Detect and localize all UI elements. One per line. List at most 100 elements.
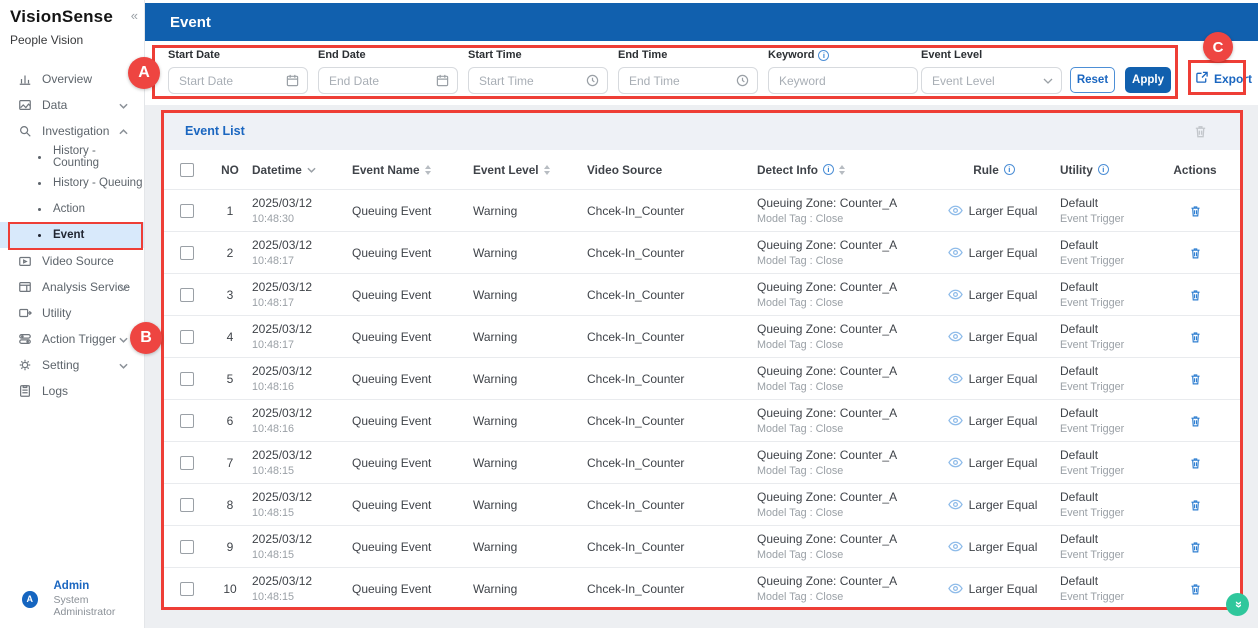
row-detect-model-tag: Model Tag : Close <box>757 549 843 561</box>
delete-row-trash-icon[interactable] <box>1189 246 1202 260</box>
annotation-label-c: C <box>1203 32 1233 62</box>
delete-row-trash-icon[interactable] <box>1189 288 1202 302</box>
event-level-select[interactable]: Event Level <box>921 67 1062 94</box>
row-checkbox[interactable] <box>180 414 194 428</box>
eye-icon[interactable] <box>948 457 963 468</box>
table-row: 6 2025/03/12 10:48:16 Queuing Event Warn… <box>163 400 1240 442</box>
sidebar-collapse-icon[interactable]: « <box>131 8 138 23</box>
eye-icon[interactable] <box>948 289 963 300</box>
delete-row-trash-icon[interactable] <box>1189 414 1202 428</box>
row-detect-info: Queuing Zone: Counter_A <box>757 490 897 504</box>
row-checkbox[interactable] <box>180 582 194 596</box>
calendar-icon[interactable] <box>436 74 449 87</box>
row-detect-info: Queuing Zone: Counter_A <box>757 322 897 336</box>
delete-row-trash-icon[interactable] <box>1189 498 1202 512</box>
row-video-source: Chcek-In_Counter <box>587 540 746 554</box>
row-number: 10 <box>210 582 250 596</box>
row-utility-type: Event Trigger <box>1060 339 1124 351</box>
row-checkbox[interactable] <box>180 288 194 302</box>
row-time: 10:48:30 <box>252 213 294 225</box>
delete-row-trash-icon[interactable] <box>1189 456 1202 470</box>
eye-icon[interactable] <box>948 541 963 552</box>
eye-icon[interactable] <box>948 415 963 426</box>
eye-icon[interactable] <box>948 499 963 510</box>
logs-icon <box>18 384 32 398</box>
eye-icon[interactable] <box>948 583 963 594</box>
column-event-level[interactable]: Event Level <box>473 163 587 177</box>
sidebar-item-setting[interactable]: Setting <box>0 352 144 378</box>
sidebar-item-action[interactable]: Action <box>0 196 144 222</box>
row-rule: Larger Equal <box>969 540 1038 554</box>
apply-button[interactable]: Apply <box>1125 67 1171 93</box>
user-profile[interactable]: A Admin System Administrator <box>0 580 144 618</box>
widget-bubble-button[interactable]: « <box>1226 593 1249 616</box>
row-detect-info: Queuing Zone: Counter_A <box>757 448 897 462</box>
row-checkbox[interactable] <box>180 246 194 260</box>
select-all-checkbox[interactable] <box>180 163 194 177</box>
eye-icon[interactable] <box>948 373 963 384</box>
column-event-name[interactable]: Event Name <box>352 163 473 177</box>
info-icon[interactable]: i <box>823 164 834 175</box>
start-date-input[interactable] <box>179 74 286 88</box>
sidebar-item-investigation[interactable]: Investigation <box>0 118 144 144</box>
column-detect-info[interactable]: Detect Info i <box>746 163 930 177</box>
row-checkbox[interactable] <box>180 498 194 512</box>
sidebar-item-video-source[interactable]: Video Source <box>0 248 144 274</box>
info-icon[interactable]: i <box>1098 164 1109 175</box>
sidebar-item-analysis-service[interactable]: Analysis Service <box>0 274 144 300</box>
start-time-input[interactable] <box>479 74 586 88</box>
row-event-level: Warning <box>473 540 587 554</box>
sidebar-item-utility[interactable]: Utility <box>0 300 144 326</box>
chevron-double-down-icon: « <box>1230 600 1245 607</box>
row-rule: Larger Equal <box>969 288 1038 302</box>
info-icon[interactable]: i <box>1004 164 1015 175</box>
eye-icon[interactable] <box>948 331 963 342</box>
export-button[interactable]: Export <box>1195 67 1252 91</box>
sidebar-item-action-trigger[interactable]: Action Trigger <box>0 326 144 352</box>
row-checkbox[interactable] <box>180 372 194 386</box>
row-checkbox[interactable] <box>180 330 194 344</box>
sidebar-item-overview[interactable]: Overview <box>0 66 144 92</box>
sidebar-item-label: Event <box>53 229 84 241</box>
event-list-title: Event List <box>185 124 245 138</box>
delete-row-trash-icon[interactable] <box>1189 372 1202 386</box>
delete-row-trash-icon[interactable] <box>1189 330 1202 344</box>
clock-icon[interactable] <box>736 74 749 87</box>
keyword-input[interactable] <box>779 74 909 88</box>
row-utility-type: Event Trigger <box>1060 549 1124 561</box>
end-time-field: End Time <box>618 49 758 94</box>
calendar-icon[interactable] <box>286 74 299 87</box>
column-utility[interactable]: Utility i <box>1050 163 1150 177</box>
sidebar-item-event[interactable]: Event <box>0 222 144 248</box>
column-rule[interactable]: Rule i <box>930 163 1050 177</box>
row-checkbox[interactable] <box>180 204 194 218</box>
column-no[interactable]: NO <box>210 163 250 177</box>
reset-button[interactable]: Reset <box>1070 67 1115 93</box>
app-subtitle: People Vision <box>10 33 134 47</box>
delete-row-trash-icon[interactable] <box>1189 540 1202 554</box>
delete-row-trash-icon[interactable] <box>1189 582 1202 596</box>
row-rule: Larger Equal <box>969 204 1038 218</box>
sidebar-item-data[interactable]: Data <box>0 92 144 118</box>
eye-icon[interactable] <box>948 205 963 216</box>
row-time: 10:48:17 <box>252 297 294 309</box>
row-checkbox[interactable] <box>180 456 194 470</box>
info-icon[interactable]: i <box>818 50 829 61</box>
sidebar-item-history-queuing[interactable]: History - Queuing <box>0 170 144 196</box>
row-checkbox[interactable] <box>180 540 194 554</box>
eye-icon[interactable] <box>948 247 963 258</box>
sidebar-item-logs[interactable]: Logs <box>0 378 144 404</box>
clock-icon[interactable] <box>586 74 599 87</box>
row-utility: Default <box>1060 448 1098 462</box>
sidebar-item-history-counting[interactable]: History - Counting <box>0 144 144 170</box>
bulk-delete-trash-icon[interactable] <box>1193 124 1208 139</box>
event-list-panel: Event List NO Datetime Event Name Event … <box>163 112 1240 608</box>
delete-row-trash-icon[interactable] <box>1189 204 1202 218</box>
sidebar-item-label: Analysis Service <box>42 280 130 294</box>
column-video-source[interactable]: Video Source <box>587 163 746 177</box>
sidebar-item-label: Logs <box>42 384 68 398</box>
end-time-input[interactable] <box>629 74 736 88</box>
end-date-input[interactable] <box>329 74 436 88</box>
column-datetime[interactable]: Datetime <box>250 163 352 177</box>
row-number: 8 <box>210 498 250 512</box>
